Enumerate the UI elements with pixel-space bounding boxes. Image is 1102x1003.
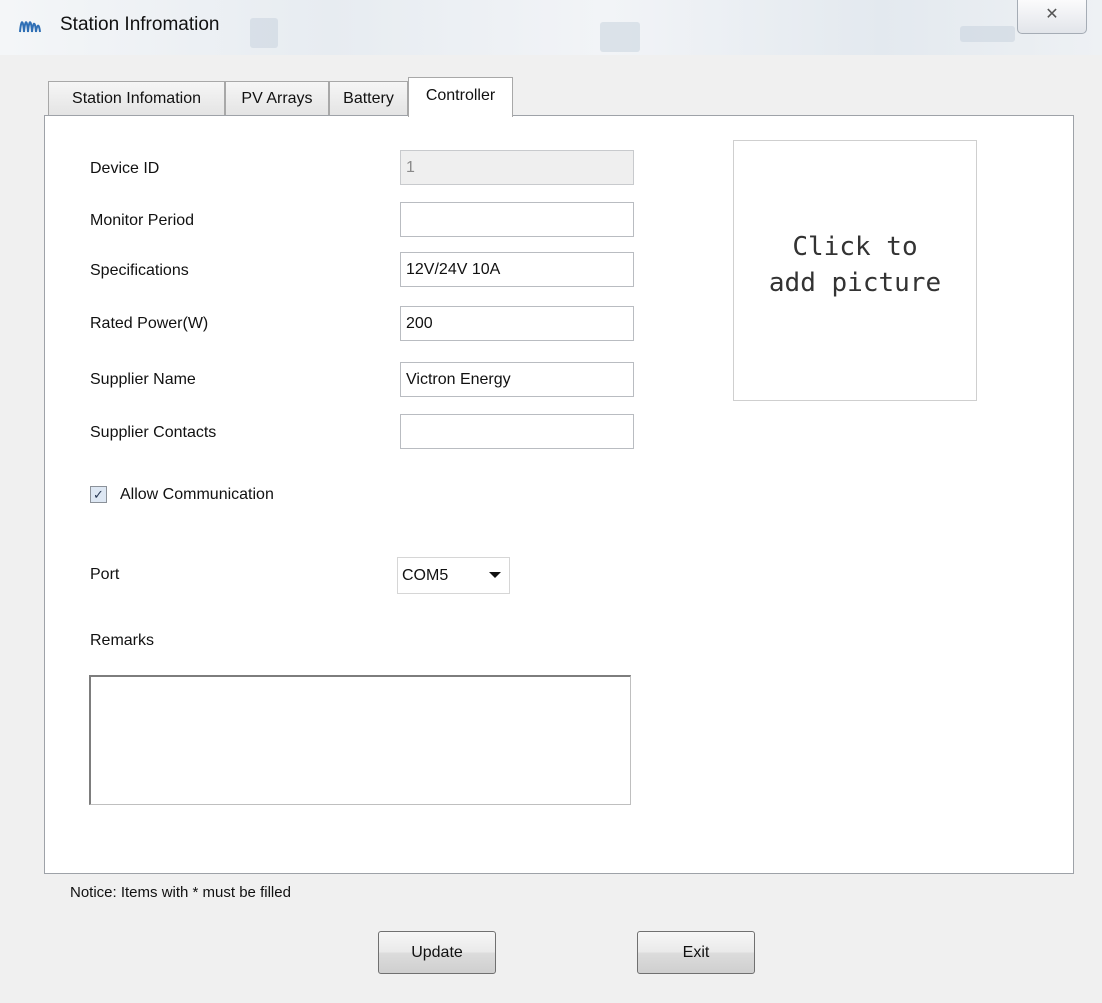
supplier-contacts-field[interactable] [400, 414, 634, 449]
add-picture-line1: Click to [792, 232, 918, 262]
monitor-period-field[interactable] [400, 202, 634, 237]
tab-controller[interactable]: Controller [408, 77, 513, 117]
remarks-label: Remarks [90, 632, 155, 649]
update-button[interactable]: Update [378, 931, 496, 974]
exit-button[interactable]: Exit [637, 931, 755, 974]
close-icon: ✕ [1045, 6, 1059, 23]
supplier-name-label: Supplier Name [90, 371, 196, 388]
background-blur [600, 22, 640, 52]
tab-station-information[interactable]: Station Infomation [48, 81, 225, 115]
port-select-value: COM5 [402, 567, 449, 584]
specifications-field[interactable]: 12V/24V 10A [400, 252, 634, 287]
remarks-textarea[interactable] [89, 675, 631, 805]
title-bar[interactable]: Station Infromation ✕ [0, 0, 1102, 55]
required-notice: Notice: Items with * must be filled [70, 884, 291, 901]
port-select[interactable]: COM5 [397, 557, 510, 594]
specifications-label: Specifications [90, 262, 189, 279]
allow-communication-label[interactable]: Allow Communication [120, 486, 274, 504]
device-id-label: Device ID [90, 160, 160, 177]
tab-pv-arrays[interactable]: PV Arrays [225, 81, 329, 115]
port-label: Port [90, 566, 120, 583]
close-button[interactable]: ✕ [1017, 0, 1087, 34]
supplier-contacts-label: Supplier Contacts [90, 424, 217, 441]
allow-communication-checkbox[interactable]: ✓ [90, 486, 107, 503]
add-picture-text: Click to add picture [734, 229, 976, 301]
add-picture-box[interactable]: Click to add picture [733, 140, 977, 401]
add-picture-line2: add picture [768, 268, 942, 298]
tab-battery[interactable]: Battery [329, 81, 408, 115]
rated-power-field[interactable]: 200 [400, 306, 634, 341]
background-blur [960, 26, 1015, 42]
station-information-window: Station Infromation ✕ Station Infomation… [0, 0, 1102, 1003]
checkmark-icon: ✓ [93, 487, 104, 502]
monitor-period-label: Monitor Period [90, 212, 195, 229]
rated-power-label: Rated Power(W) [90, 315, 209, 332]
app-logo-icon [19, 21, 41, 33]
supplier-name-field[interactable]: Victron Energy [400, 362, 634, 397]
device-id-field: 1 [400, 150, 634, 185]
dropdown-arrow-icon[interactable] [489, 572, 501, 578]
background-blur [250, 18, 278, 48]
window-title: Station Infromation [60, 14, 220, 35]
